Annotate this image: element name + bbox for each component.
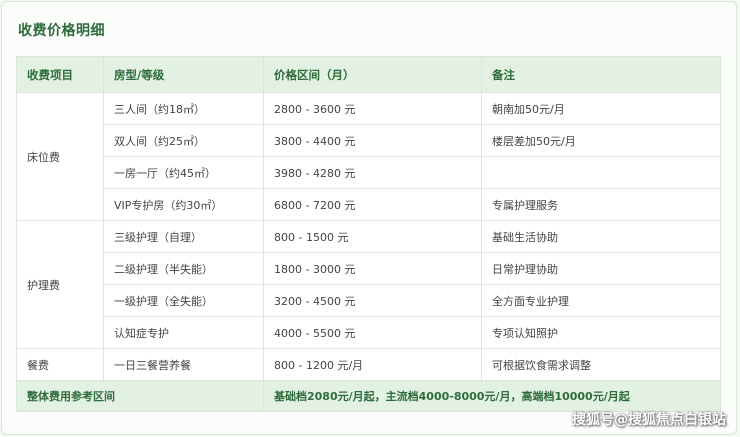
- cell-note: 可根据饮食需求调整: [481, 348, 721, 381]
- cell-type: 二级护理（半失能）: [103, 252, 264, 285]
- cell-note: 专项认知照护: [481, 316, 721, 349]
- cell-price: 800 - 1500 元: [263, 220, 482, 253]
- cell-price: 4000 - 5500 元: [263, 316, 482, 349]
- table-row: 双人间（约25㎡） 3800 - 4400 元 楼层差加50元/月: [17, 124, 721, 157]
- cell-note: 专属护理服务: [481, 188, 721, 221]
- cell-note: [481, 156, 721, 189]
- cell-price: 1800 - 3000 元: [263, 252, 482, 285]
- table-row: 护理费 三级护理（自理） 800 - 1500 元 基础生活协助: [16, 220, 721, 349]
- header-price: 价格区间（月）: [263, 56, 482, 93]
- header-type: 房型/等级: [103, 56, 264, 93]
- cell-price: 6800 - 7200 元: [263, 188, 482, 221]
- table-row: 二级护理（半失能） 1800 - 3000 元 日常护理协助: [17, 252, 721, 285]
- group-meal-fee: 餐费: [16, 348, 104, 381]
- table-row: 餐费 一日三餐营养餐 800 - 1200 元/月 可根据饮食需求调整: [16, 348, 721, 381]
- watermark: 搜狐号@搜狐焦点白银站: [572, 412, 726, 428]
- cell-note: 朝南加50元/月: [481, 92, 721, 125]
- table-row: VIP专护房（约30㎡） 6800 - 7200 元 专属护理服务: [17, 188, 721, 221]
- cell-type: 一级护理（全失能）: [103, 284, 264, 317]
- cell-note: 日常护理协助: [481, 252, 721, 285]
- cell-note: 楼层差加50元/月: [481, 124, 721, 157]
- table-row: 床位费 三人间（约18㎡） 2800 - 3600 元 朝南加50元/月: [16, 92, 721, 221]
- cell-type: 三人间（约18㎡）: [103, 92, 264, 125]
- cell-type: 一日三餐营养餐: [103, 348, 264, 381]
- cell-price: 3200 - 4500 元: [263, 284, 482, 317]
- group-bed-fee: 床位费: [16, 92, 104, 221]
- cell-note: 基础生活协助: [481, 220, 721, 253]
- cell-type: 认知症专护: [103, 316, 264, 349]
- cell-type: 双人间（约25㎡）: [103, 124, 264, 157]
- header-item: 收费项目: [16, 56, 104, 93]
- header-note: 备注: [481, 56, 721, 93]
- price-card: 收费价格明细 收费项目 房型/等级 价格区间（月） 备注 床位费 三人间（约18…: [1, 1, 737, 435]
- cell-price: 3980 - 4280 元: [263, 156, 482, 189]
- cell-type: 三级护理（自理）: [103, 220, 264, 253]
- table-row: 认知症专护 4000 - 5500 元 专项认知照护: [17, 316, 721, 349]
- summary-label: 整体费用参考区间: [16, 380, 264, 412]
- table-row: 一级护理（全失能） 3200 - 4500 元 全方面专业护理: [17, 284, 721, 317]
- price-table: 收费项目 房型/等级 价格区间（月） 备注 床位费 三人间（约18㎡） 2800…: [16, 56, 721, 412]
- summary-row: 整体费用参考区间 基础档2080元/月起，主流档4000-8000元/月，高端档…: [16, 380, 721, 412]
- cell-price: 3800 - 4400 元: [263, 124, 482, 157]
- summary-value: 基础档2080元/月起，主流档4000-8000元/月，高端档10000元/月起: [263, 380, 721, 412]
- group-care-fee: 护理费: [16, 220, 104, 349]
- page-title: 收费价格明细: [18, 23, 105, 39]
- table-header-row: 收费项目 房型/等级 价格区间（月） 备注: [16, 56, 721, 93]
- cell-note: 全方面专业护理: [481, 284, 721, 317]
- cell-type: VIP专护房（约30㎡）: [103, 188, 264, 221]
- cell-type: 一房一厅（约45㎡）: [103, 156, 264, 189]
- cell-price: 2800 - 3600 元: [263, 92, 482, 125]
- table-row: 一房一厅（约45㎡） 3980 - 4280 元: [17, 156, 721, 189]
- cell-price: 800 - 1200 元/月: [263, 348, 482, 381]
